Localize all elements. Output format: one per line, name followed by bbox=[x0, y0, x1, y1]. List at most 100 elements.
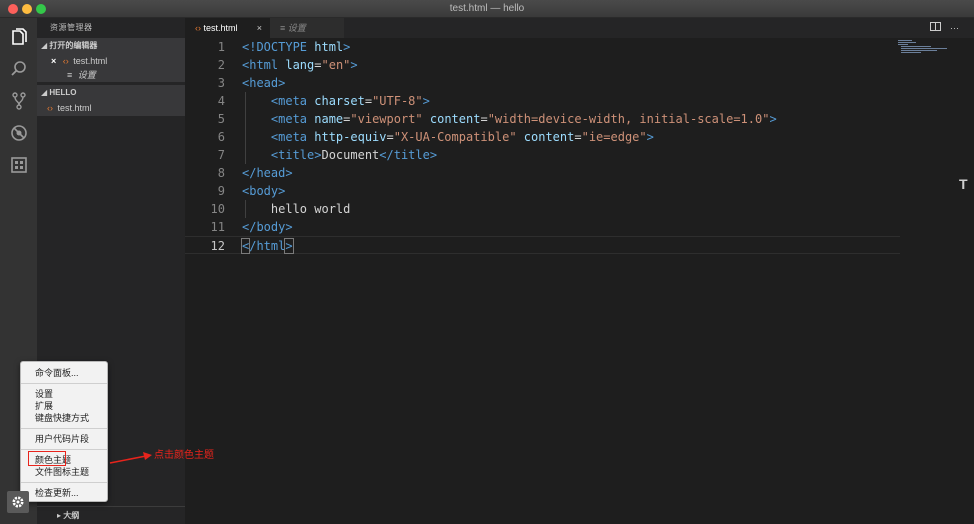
menu-item-settings[interactable]: 设置 bbox=[35, 388, 53, 400]
code-line[interactable]: 3 <head> bbox=[185, 74, 900, 92]
code-line[interactable]: 9 <body> bbox=[185, 182, 900, 200]
code-line[interactable]: 11 </body> bbox=[185, 218, 900, 236]
tab-test-html[interactable]: ‹› test.html × bbox=[185, 18, 270, 38]
search-icon[interactable] bbox=[8, 58, 29, 79]
menu-item-user-snippets[interactable]: 用户代码片段 bbox=[35, 433, 89, 445]
tab-settings[interactable]: ≡ 设置 bbox=[270, 18, 345, 38]
code-line[interactable]: 12 </html> bbox=[185, 236, 900, 254]
code-line[interactable]: 10 hello world bbox=[185, 200, 900, 218]
minimap[interactable] bbox=[898, 40, 948, 54]
line-number: 1 bbox=[217, 40, 225, 54]
code-token: <head> bbox=[242, 76, 286, 90]
open-editors-label: 打开的编辑器 bbox=[49, 41, 98, 50]
code-token: <html bbox=[242, 58, 286, 72]
editor-tab-bar: ‹› test.html × ≡ 设置 ··· bbox=[185, 18, 974, 38]
code-token: = bbox=[314, 58, 322, 72]
close-editor-icon[interactable]: × bbox=[51, 56, 56, 66]
code-token: "width=device-width, initial-scale=1.0" bbox=[487, 112, 770, 126]
open-editor-label: 设置 bbox=[77, 70, 96, 80]
line-number: 12 bbox=[210, 239, 225, 253]
code-text: <html lang="en"> bbox=[242, 56, 358, 74]
code-line[interactable]: 5 <meta name="viewport" content="width=d… bbox=[185, 110, 900, 128]
more-actions-icon[interactable]: ··· bbox=[950, 18, 959, 38]
code-token: "UTF-8" bbox=[372, 94, 423, 108]
extensions-icon[interactable] bbox=[8, 154, 29, 175]
code-token: </body> bbox=[242, 220, 293, 234]
code-text: </head> bbox=[242, 164, 293, 182]
code-token: http-equiv bbox=[314, 130, 387, 144]
code-token: <meta bbox=[242, 112, 315, 126]
code-token: > bbox=[646, 130, 654, 144]
code-text: </html> bbox=[240, 237, 294, 255]
code-token: lang bbox=[285, 58, 315, 72]
outline-section[interactable]: ▸ 大纲 bbox=[37, 506, 185, 524]
code-text: <title>Document</title> bbox=[242, 146, 437, 164]
code-token: <meta bbox=[242, 130, 315, 144]
code-token: = bbox=[386, 130, 394, 144]
code-text: <body> bbox=[242, 182, 285, 200]
menu-item-command-palette[interactable]: 命令面板... bbox=[35, 367, 79, 379]
code-token: html bbox=[314, 40, 344, 54]
settings-file-icon: ≡ bbox=[67, 70, 73, 80]
code-line[interactable]: 4 <meta charset="UTF-8"> bbox=[185, 92, 900, 110]
code-token: </title> bbox=[379, 148, 438, 162]
code-text: </body> bbox=[242, 218, 293, 236]
open-editor-label: test.html bbox=[73, 56, 108, 66]
line-number: 9 bbox=[217, 184, 225, 198]
code-token: charset bbox=[314, 94, 365, 108]
code-line[interactable]: 8 </head> bbox=[185, 164, 900, 182]
line-number: 8 bbox=[217, 166, 225, 180]
menu-item-keyboard-shortcuts[interactable]: 键盘快捷方式 bbox=[35, 412, 89, 424]
menu-item-file-icon-theme[interactable]: 文件图标主题 bbox=[35, 466, 89, 478]
debug-icon[interactable] bbox=[8, 122, 29, 143]
code-token: <meta bbox=[242, 94, 315, 108]
manage-gear-icon[interactable] bbox=[7, 491, 29, 513]
code-token: = bbox=[364, 94, 373, 108]
code-line[interactable]: 6 <meta http-equiv="X-UA-Compatible" con… bbox=[185, 128, 900, 146]
line-number: 10 bbox=[210, 202, 225, 216]
code-line[interactable]: 7 <title>Document</title> bbox=[185, 146, 900, 164]
line-number: 2 bbox=[217, 58, 225, 72]
annotation-arrow-icon bbox=[109, 452, 152, 464]
source-control-icon[interactable] bbox=[8, 90, 29, 111]
hello-folder-section[interactable]: ◢ HELLO bbox=[37, 85, 185, 101]
settings-file-icon: ≡ bbox=[280, 23, 286, 33]
split-editor-icon[interactable] bbox=[930, 18, 941, 38]
menu-divider bbox=[21, 482, 107, 483]
code-token: "viewport" bbox=[350, 112, 430, 126]
code-token: > bbox=[284, 238, 294, 254]
code-editor[interactable]: 1 <!DOCTYPE html> 2 <html lang="en"> 3 <head>… bbox=[185, 38, 974, 524]
open-editor-item-settings[interactable]: ≡ 设置 bbox=[37, 68, 185, 82]
code-text: <!DOCTYPE html> bbox=[242, 38, 350, 56]
code-text: hello world bbox=[242, 200, 350, 218]
tab-label: 设置 bbox=[287, 23, 306, 33]
open-editor-item-test-html[interactable]: × ‹› test.html bbox=[37, 54, 185, 68]
code-line[interactable]: 1 <!DOCTYPE html> bbox=[185, 38, 900, 56]
code-token: name bbox=[314, 112, 344, 126]
file-label: test.html bbox=[57, 103, 92, 113]
html-file-icon: ‹› bbox=[47, 103, 53, 113]
open-editors-section[interactable]: ◢ 打开的编辑器 bbox=[37, 38, 185, 54]
close-tab-icon[interactable]: × bbox=[257, 18, 262, 38]
line-number: 5 bbox=[217, 112, 225, 126]
manage-context-menu: 命令面板... 设置 扩展 键盘快捷方式 用户代码片段 颜色主题 文件图标主题 … bbox=[20, 361, 108, 502]
html-file-icon: ‹› bbox=[195, 23, 201, 33]
code-token: <!DOCTYPE bbox=[242, 40, 315, 54]
code-token: content bbox=[523, 130, 575, 144]
explorer-icon[interactable] bbox=[8, 26, 29, 47]
code-line[interactable]: 2 <html lang="en"> bbox=[185, 56, 900, 74]
menu-divider bbox=[21, 383, 107, 384]
file-item-test-html[interactable]: ‹› test.html bbox=[37, 101, 185, 116]
outline-label: 大纲 bbox=[63, 511, 80, 520]
line-number: 3 bbox=[217, 76, 225, 90]
code-token: </head> bbox=[242, 166, 293, 180]
menu-item-check-updates[interactable]: 检查更新... bbox=[35, 487, 79, 499]
code-token: "ie=edge" bbox=[581, 130, 647, 144]
code-token: "en" bbox=[321, 58, 351, 72]
code-token: > bbox=[350, 58, 358, 72]
menu-item-extensions[interactable]: 扩展 bbox=[35, 400, 53, 412]
window-title: test.html — hello bbox=[449, 3, 525, 14]
code-token: > bbox=[422, 94, 430, 108]
tab-label: test.html bbox=[203, 23, 238, 33]
annotation-text: 点击颜色主题 bbox=[154, 450, 214, 461]
